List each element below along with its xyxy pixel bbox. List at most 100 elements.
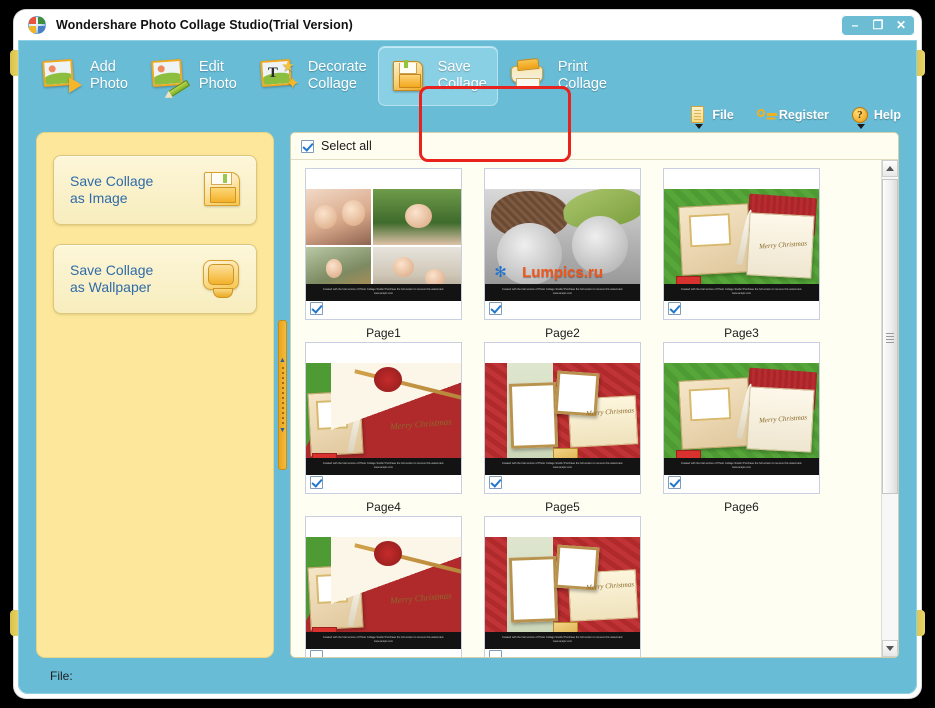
pages-grid: Created with the trial version of Photo …: [291, 160, 880, 657]
page-thumbnail[interactable]: Merry Christmas Created with the trial ve…: [484, 342, 641, 494]
page-thumbnail[interactable]: Merry Christmas Created with the trial ve…: [484, 516, 641, 657]
page-item[interactable]: Merry Christmas Created with the trial ve…: [484, 342, 641, 514]
page-checkbox[interactable]: [310, 650, 323, 657]
help-menu-label: Help: [873, 108, 901, 122]
save-collage-icon: [389, 58, 429, 94]
page-checkbox[interactable]: [310, 476, 323, 489]
page-artwork: ✻ Lumpics.ru Created with the trial versio…: [485, 189, 640, 301]
save-options-sidebar: Save Collage as Image Save Collage as Wa…: [36, 132, 274, 658]
edit-photo-label: Edit Photo: [198, 59, 237, 92]
select-all-label: Select all: [321, 139, 372, 153]
file-menu-label: File: [712, 108, 734, 122]
pages-scrollbar[interactable]: [881, 160, 898, 657]
page-item[interactable]: Created with the trial version of Photo …: [305, 168, 462, 340]
add-photo-label: Add Photo: [90, 59, 128, 92]
edit-photo-button[interactable]: Edit Photo: [139, 46, 248, 106]
monitor-icon: [198, 257, 244, 301]
page-checkbox[interactable]: [310, 302, 323, 315]
save-collage-label: Save Collage: [437, 59, 487, 92]
page-checkbox[interactable]: [489, 302, 502, 315]
page-thumbnail[interactable]: Created with the trial version of Photo …: [305, 168, 462, 320]
splitter-handle[interactable]: ▲ ▼: [278, 320, 287, 470]
scroll-down-button[interactable]: [882, 640, 898, 657]
page-artwork: Merry Christmas Created with the trial ve…: [306, 363, 461, 475]
page-item[interactable]: Merry Christmas Created with the trial ve…: [663, 342, 820, 514]
page-checkbox[interactable]: [489, 476, 502, 489]
splitter-arrow-down: ▼: [279, 426, 286, 434]
scrollbar-thumb[interactable]: [882, 179, 898, 494]
toolbar-menu: File Register ? Help: [689, 106, 901, 129]
save-collage-as-wallpaper-button[interactable]: Save Collage as Wallpaper: [53, 244, 257, 314]
page-checkbox[interactable]: [668, 476, 681, 489]
chevron-down-icon: [695, 124, 704, 129]
trial-watermark-bar: Created with the trial version of Photo …: [306, 632, 461, 649]
page-checkbox[interactable]: [489, 650, 502, 657]
page-item[interactable]: Merry Christmas Created with the trial ve…: [305, 516, 462, 657]
trial-watermark-bar: Created with the trial version of Photo …: [306, 284, 461, 301]
page-thumbnail[interactable]: Merry Christmas Created with the trial ve…: [663, 168, 820, 320]
trial-watermark-bar: Created with the trial version of Photo …: [664, 458, 819, 475]
watermark-overlay-text: Lumpics.ru: [522, 263, 604, 281]
pages-scroll-region: Created with the trial version of Photo …: [291, 159, 898, 657]
content-area: Save Collage as Image Save Collage as Wa…: [36, 132, 899, 658]
decorate-collage-button[interactable]: T ★ ✦ Decorate Collage: [248, 46, 378, 106]
print-collage-label: Print Collage: [557, 59, 607, 92]
splitter-arrow-up: ▲: [279, 356, 286, 364]
page-thumbnail[interactable]: Merry Christmas Created with the trial ve…: [305, 342, 462, 494]
trial-watermark-bar: Created with the trial version of Photo …: [664, 284, 819, 301]
save-collage-as-image-button[interactable]: Save Collage as Image: [53, 155, 257, 225]
help-menu-item[interactable]: ? Help: [851, 106, 901, 129]
trial-watermark-bar: Created with the trial version of Photo …: [485, 458, 640, 475]
page-caption: Page4: [366, 500, 401, 514]
window-title: Wondershare Photo Collage Studio(Trial V…: [56, 18, 353, 32]
minimize-button[interactable]: –: [844, 17, 866, 34]
pages-panel: Select all Created with the trial versio…: [290, 132, 899, 658]
file-menu-item[interactable]: File: [689, 106, 734, 129]
main-toolbar: Add Photo Edit Photo T ★ ✦ Decorate Coll…: [18, 40, 917, 129]
decorate-collage-icon: T ★ ✦: [259, 58, 300, 94]
scrollbar-track[interactable]: [882, 177, 898, 640]
page-thumbnail[interactable]: Merry Christmas Created with the trial ve…: [663, 342, 820, 494]
page-caption: Page2: [545, 326, 580, 340]
select-all-bar: Select all: [291, 133, 898, 159]
page-caption: Page3: [724, 326, 759, 340]
panel-splitter[interactable]: ▲ ▼: [274, 132, 290, 658]
status-bar: File:: [36, 664, 899, 688]
add-photo-icon: [41, 58, 82, 94]
save-as-wallpaper-label: Save Collage as Wallpaper: [70, 261, 154, 296]
page-artwork: Merry Christmas Created with the trial ve…: [485, 537, 640, 649]
file-document-icon: [689, 106, 707, 129]
page-thumbnail[interactable]: ✻ Lumpics.ru Created with the trial versio…: [484, 168, 641, 320]
chevron-down-icon: [856, 124, 865, 129]
print-collage-button[interactable]: Print Collage: [498, 46, 618, 106]
register-menu-label: Register: [778, 108, 829, 122]
question-mark-icon: ?: [851, 106, 869, 129]
page-item[interactable]: Merry Christmas Created with the trial ve…: [484, 516, 641, 657]
close-button[interactable]: ✕: [890, 17, 912, 34]
page-thumbnail[interactable]: Merry Christmas Created with the trial ve…: [305, 516, 462, 657]
key-icon: [756, 106, 777, 124]
add-photo-button[interactable]: Add Photo: [30, 46, 139, 106]
edit-photo-icon: [150, 58, 191, 98]
window-body: Add Photo Edit Photo T ★ ✦ Decorate Coll…: [18, 40, 917, 694]
trial-watermark-bar: Created with the trial version of Photo …: [485, 632, 640, 649]
register-menu-item[interactable]: Register: [756, 106, 829, 124]
application-window: Wondershare Photo Collage Studio(Trial V…: [10, 10, 925, 698]
maximize-button[interactable]: ❐: [867, 17, 889, 34]
scroll-up-button[interactable]: [882, 160, 898, 177]
trial-watermark-bar: Created with the trial version of Photo …: [485, 284, 640, 301]
toolbar-button-group: Add Photo Edit Photo T ★ ✦ Decorate Coll…: [30, 46, 909, 108]
page-caption: Page5: [545, 500, 580, 514]
page-checkbox[interactable]: [668, 302, 681, 315]
wondershare-logo-icon: [28, 16, 46, 34]
snowflake-icon: ✻: [494, 263, 507, 281]
page-artwork: Merry Christmas Created with the trial ve…: [664, 189, 819, 301]
page-artwork: Merry Christmas Created with the trial ve…: [485, 363, 640, 475]
select-all-checkbox[interactable]: [301, 139, 314, 153]
save-collage-button[interactable]: Save Collage: [377, 46, 498, 106]
page-artwork: Merry Christmas Created with the trial ve…: [664, 363, 819, 475]
page-caption: Page6: [724, 500, 759, 514]
page-item[interactable]: Merry Christmas Created with the trial ve…: [663, 168, 820, 340]
page-item[interactable]: ✻ Lumpics.ru Created with the trial versio…: [484, 168, 641, 340]
page-item[interactable]: Merry Christmas Created with the trial ve…: [305, 342, 462, 514]
